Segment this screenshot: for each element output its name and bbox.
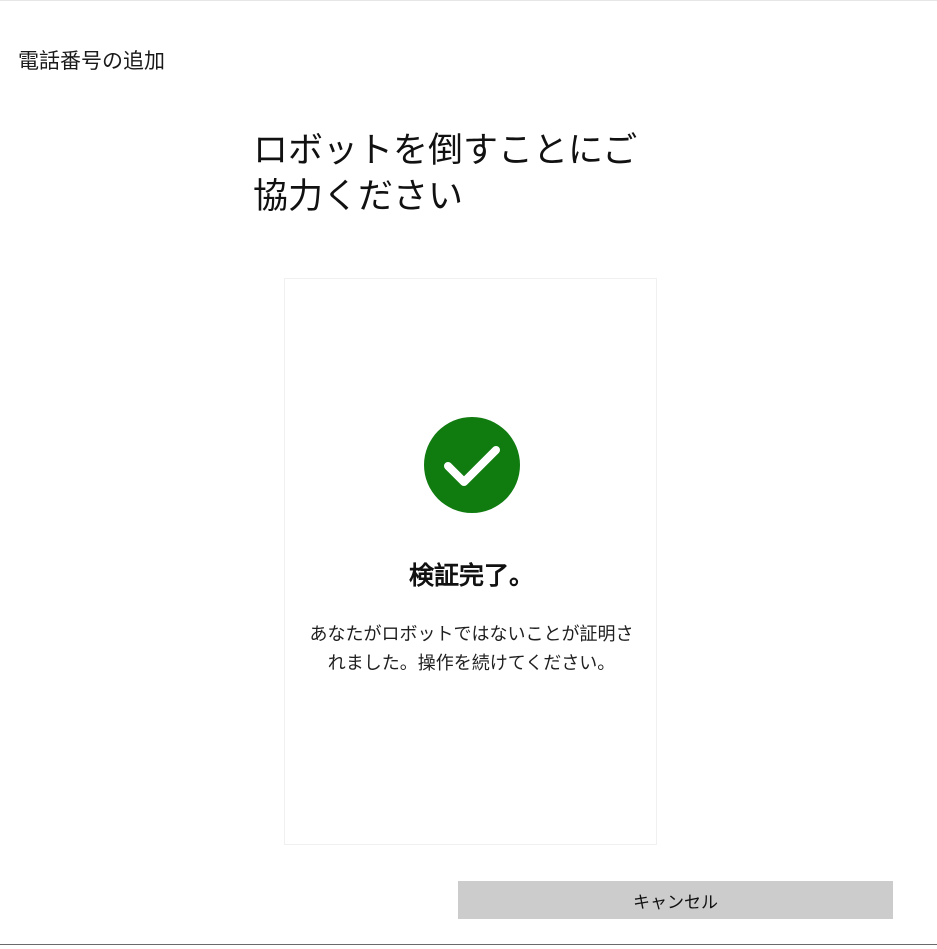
verification-message: あなたがロボットではないことが証明されました。操作を続けてください。: [309, 624, 634, 674]
verification-card: 検証完了。 あなたがロボットではないことが証明されました。操作を続けてください。: [284, 278, 657, 845]
verification-title: 検証完了。: [408, 561, 534, 590]
bottom-divider: [0, 944, 937, 945]
dialog-window: 電話番号の追加 ロボットを倒すことにご協力ください 検証完了。 あなたがロボット…: [0, 0, 937, 949]
page-heading: ロボットを倒すことにご協力ください: [253, 131, 638, 217]
cancel-button[interactable]: キャンセル: [458, 881, 893, 919]
window-title: 電話番号の追加: [18, 49, 165, 73]
top-divider: [0, 0, 937, 1]
checkmark-circle-icon: [424, 417, 520, 513]
